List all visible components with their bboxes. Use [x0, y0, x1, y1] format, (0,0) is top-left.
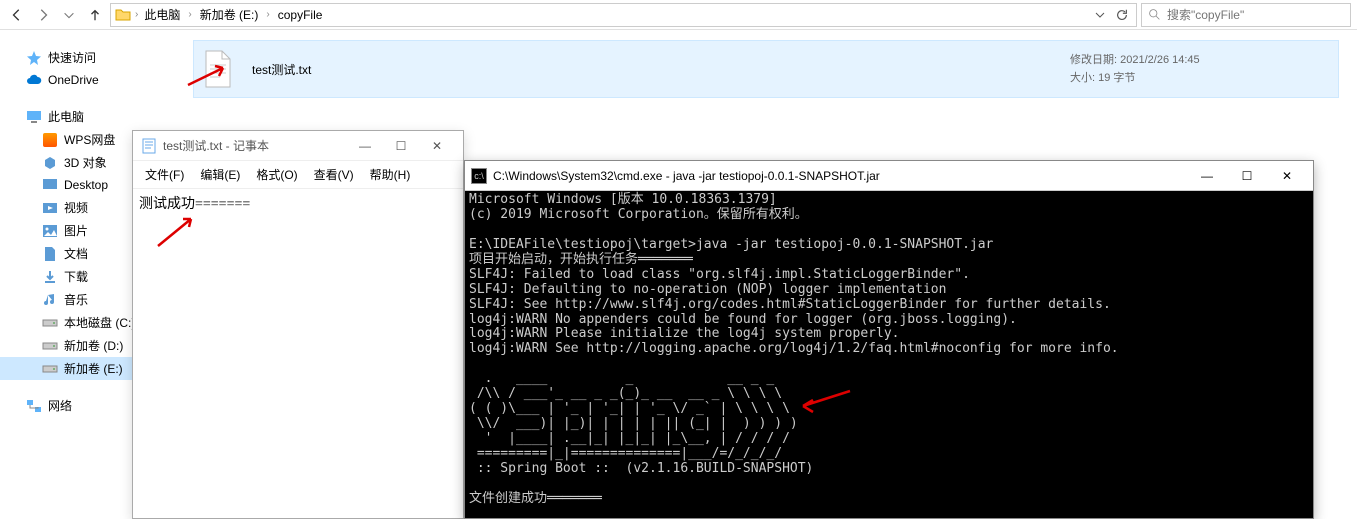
- sidebar-item-label: 文档: [64, 245, 88, 262]
- file-name: test测试.txt: [252, 61, 1052, 78]
- back-button[interactable]: [6, 4, 28, 26]
- music-icon: [42, 292, 58, 308]
- file-metadata: 修改日期: 2021/2/26 14:45 大小: 19 字节: [1070, 51, 1330, 87]
- sidebar-item-label: 快速访问: [48, 49, 96, 66]
- search-box[interactable]: [1141, 3, 1351, 27]
- sidebar-item-label: 此电脑: [48, 108, 84, 125]
- monitor-icon: [26, 109, 42, 125]
- search-input[interactable]: [1167, 8, 1344, 22]
- sidebar-item-label: Desktop: [64, 178, 108, 192]
- sidebar-item-label: 音乐: [64, 291, 88, 308]
- sidebar-item-label: 3D 对象: [64, 154, 107, 171]
- sidebar-item-label: 网络: [48, 397, 72, 414]
- breadcrumb-item[interactable]: 新加卷 (E:): [194, 4, 265, 25]
- notepad-icon: [141, 138, 157, 154]
- drive-icon: [42, 361, 58, 377]
- sidebar-item-label: OneDrive: [48, 73, 99, 87]
- menu-item[interactable]: 查看(V): [306, 163, 362, 186]
- doc-icon: [42, 246, 58, 262]
- notepad-window: test测试.txt - 记事本 — ☐ ✕ 文件(F)编辑(E)格式(O)查看…: [132, 130, 464, 519]
- file-row[interactable]: test测试.txt 修改日期: 2021/2/26 14:45 大小: 19 …: [193, 40, 1339, 98]
- notepad-title: test测试.txt - 记事本: [163, 137, 347, 154]
- cmd-window: c:\ C:\Windows\System32\cmd.exe - java -…: [464, 160, 1314, 519]
- search-icon: [1148, 8, 1161, 21]
- address-bar: › 此电脑 › 新加卷 (E:) › copyFile: [0, 0, 1357, 30]
- video-icon: [42, 200, 58, 216]
- close-button[interactable]: ✕: [1267, 162, 1307, 190]
- recent-dropdown[interactable]: [58, 4, 80, 26]
- breadcrumb-item[interactable]: 此电脑: [138, 4, 186, 25]
- dl-icon: [42, 269, 58, 285]
- cmd-title: C:\Windows\System32\cmd.exe - java -jar …: [493, 169, 1187, 183]
- folder-icon: [115, 7, 131, 23]
- net-icon: [26, 398, 42, 414]
- breadcrumb: 此电脑 › 新加卷 (E:) › copyFile: [138, 4, 1090, 25]
- notepad-content[interactable]: 测试成功=======: [133, 189, 463, 217]
- refresh-button[interactable]: [1112, 5, 1132, 25]
- 3d-icon: [42, 155, 58, 171]
- sidebar-item-label: 新加卷 (E:): [64, 360, 123, 377]
- minimize-button[interactable]: —: [347, 132, 383, 160]
- sidebar-item-label: 视频: [64, 199, 88, 216]
- desktop-icon: [42, 177, 58, 193]
- chevron-right-icon: ›: [188, 9, 191, 20]
- wps-icon: [42, 132, 58, 148]
- sidebar-item-label: WPS网盘: [64, 131, 115, 148]
- breadcrumb-bar[interactable]: › 此电脑 › 新加卷 (E:) › copyFile: [110, 3, 1137, 27]
- star-icon: [26, 50, 42, 66]
- pic-icon: [42, 223, 58, 239]
- text-file-icon: [202, 49, 234, 89]
- breadcrumb-item[interactable]: copyFile: [272, 6, 329, 24]
- annotation-arrow-icon: [153, 211, 203, 251]
- cmd-icon: c:\: [471, 168, 487, 184]
- menu-item[interactable]: 帮助(H): [362, 163, 419, 186]
- sidebar-item[interactable]: 此电脑: [0, 105, 175, 128]
- notepad-titlebar[interactable]: test测试.txt - 记事本 — ☐ ✕: [133, 131, 463, 161]
- minimize-button[interactable]: —: [1187, 162, 1227, 190]
- notepad-menubar: 文件(F)编辑(E)格式(O)查看(V)帮助(H): [133, 161, 463, 189]
- menu-item[interactable]: 格式(O): [248, 163, 305, 186]
- forward-button[interactable]: [32, 4, 54, 26]
- menu-item[interactable]: 文件(F): [137, 163, 192, 186]
- sidebar-item-label: 本地磁盘 (C:): [64, 314, 135, 331]
- sidebar-item-label: 新加卷 (D:): [64, 337, 123, 354]
- sidebar-item-label: 下载: [64, 268, 88, 285]
- cmd-content[interactable]: Microsoft Windows [版本 10.0.18363.1379] (…: [465, 191, 1313, 509]
- close-button[interactable]: ✕: [419, 132, 455, 160]
- drive-icon: [42, 338, 58, 354]
- menu-item[interactable]: 编辑(E): [192, 163, 248, 186]
- sidebar-item[interactable]: 快速访问: [0, 46, 175, 69]
- chevron-right-icon: ›: [266, 9, 269, 20]
- sidebar-item[interactable]: OneDrive: [0, 69, 175, 91]
- sidebar-item-label: 图片: [64, 222, 88, 239]
- drive-icon: [42, 315, 58, 331]
- maximize-button[interactable]: ☐: [1227, 162, 1267, 190]
- breadcrumb-dropdown[interactable]: [1090, 5, 1110, 25]
- maximize-button[interactable]: ☐: [383, 132, 419, 160]
- cloud-icon: [26, 72, 42, 88]
- cmd-titlebar[interactable]: c:\ C:\Windows\System32\cmd.exe - java -…: [465, 161, 1313, 191]
- up-button[interactable]: [84, 4, 106, 26]
